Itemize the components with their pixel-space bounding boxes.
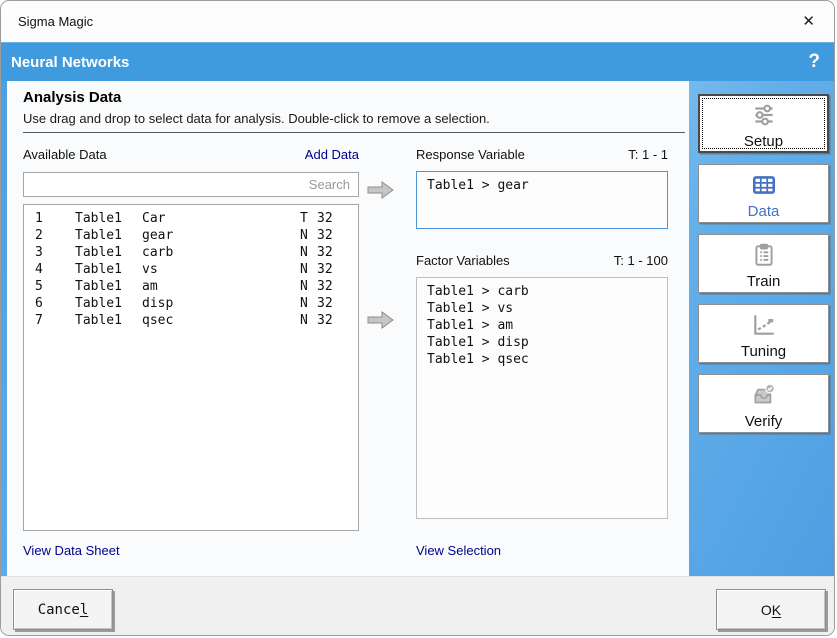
cell-table: Table1 <box>75 296 122 311</box>
cell-table: Table1 <box>75 228 122 243</box>
cell-idx: 5 <box>35 279 43 294</box>
factor-variables-label: Factor Variables <box>416 253 510 268</box>
cell-table: Table1 <box>75 262 122 277</box>
table-row[interactable]: 4 Table1 vs N 32 <box>24 261 358 278</box>
cell-type: N <box>300 296 308 311</box>
response-variable-box[interactable]: Table1 > gear <box>416 171 668 229</box>
table-row[interactable]: 3 Table1 carb N 32 <box>24 244 358 261</box>
cell-idx: 2 <box>35 228 43 243</box>
sidebar-item-label: Verify <box>744 413 783 430</box>
clipboard-icon <box>699 242 828 272</box>
response-variable-label: Response Variable <box>416 147 525 162</box>
sidebar-item-train[interactable]: Train <box>698 234 829 293</box>
list-item[interactable]: Table1 > carb <box>427 283 667 300</box>
available-data-label: Available Data <box>23 147 107 162</box>
list-item[interactable]: Table1 > gear <box>427 177 667 194</box>
tuning-chart-icon <box>699 312 828 342</box>
cell-name: Car <box>142 211 166 226</box>
response-variable-header: Response Variable T: 1 - 1 <box>416 147 668 162</box>
sliders-icon <box>700 102 827 132</box>
cell-type: N <box>300 262 308 277</box>
list-item[interactable]: Table1 > am <box>427 317 667 334</box>
close-icon[interactable]: ✕ <box>802 14 815 29</box>
cell-name: am <box>142 279 158 294</box>
sidebar-item-label: Setup <box>743 132 784 150</box>
divider <box>23 132 685 133</box>
window-title: Sigma Magic <box>18 14 94 29</box>
table-row[interactable]: 6 Table1 disp N 32 <box>24 295 358 312</box>
cell-table: Table1 <box>75 245 122 260</box>
table-icon <box>699 172 828 202</box>
cell-name: vs <box>142 262 158 277</box>
cell-size: 32 <box>317 228 333 243</box>
sidebar-item-label: Data <box>747 203 780 220</box>
cell-idx: 1 <box>35 211 43 226</box>
sidebar-item-label: Tuning <box>740 343 787 360</box>
sidebar-item-verify[interactable]: Verify <box>698 374 829 433</box>
titlebar: Sigma Magic ✕ <box>1 1 834 42</box>
cell-size: 32 <box>317 245 333 260</box>
cell-table: Table1 <box>75 211 122 226</box>
list-item[interactable]: Table1 > qsec <box>427 351 667 368</box>
dialog-window: Sigma Magic ✕ Neural Networks ? Analysis… <box>0 0 835 636</box>
factor-variables-header: Factor Variables T: 1 - 100 <box>416 253 668 268</box>
cell-idx: 6 <box>35 296 43 311</box>
dialog-header: Neural Networks ? <box>1 42 834 81</box>
response-range-badge: T: 1 - 1 <box>628 147 668 162</box>
assign-response-arrow-icon <box>367 181 394 199</box>
cell-name: disp <box>142 296 174 311</box>
table-row[interactable]: 1 Table1 Car T 32 <box>24 210 358 227</box>
cell-size: 32 <box>317 313 333 328</box>
nav-sidebar: Setup Data Train Tuning Verify <box>689 81 834 576</box>
cell-name: qsec <box>142 313 174 328</box>
dialog-title: Neural Networks <box>11 53 130 71</box>
available-data-list[interactable]: 1 Table1 Car T 32 2 Table1 gear N 32 3 Table1 carb N 3… <box>23 204 359 531</box>
cell-type: T <box>300 211 308 226</box>
table-row[interactable]: 2 Table1 gear N 32 <box>24 227 358 244</box>
sidebar-item-label: Train <box>746 273 781 290</box>
cell-table: Table1 <box>75 313 122 328</box>
cell-size: 32 <box>317 262 333 277</box>
search-input[interactable] <box>23 172 359 197</box>
cell-type: N <box>300 279 308 294</box>
section-title: Analysis Data <box>23 89 122 106</box>
view-selection-link[interactable]: View Selection <box>416 543 501 558</box>
cell-idx: 7 <box>35 313 43 328</box>
cell-name: carb <box>142 245 174 260</box>
cell-name: gear <box>142 228 174 243</box>
ok-button[interactable]: OK <box>716 589 826 630</box>
cell-idx: 4 <box>35 262 43 277</box>
cell-size: 32 <box>317 211 333 226</box>
table-row[interactable]: 5 Table1 am N 32 <box>24 278 358 295</box>
sidebar-item-data[interactable]: Data <box>698 164 829 223</box>
assign-factors-arrow-icon <box>367 311 394 329</box>
dialog-body: Analysis Data Use drag and drop to selec… <box>1 81 834 576</box>
cell-idx: 3 <box>35 245 43 260</box>
cell-size: 32 <box>317 279 333 294</box>
add-data-link[interactable]: Add Data <box>305 147 359 162</box>
sidebar-item-tuning[interactable]: Tuning <box>698 304 829 363</box>
factor-variables-box[interactable]: Table1 > carb Table1 > vs Table1 > am Table… <box>416 277 668 519</box>
list-item[interactable]: Table1 > vs <box>427 300 667 317</box>
cell-size: 32 <box>317 296 333 311</box>
view-data-sheet-link[interactable]: View Data Sheet <box>23 543 120 558</box>
list-item[interactable]: Table1 > disp <box>427 334 667 351</box>
cell-type: N <box>300 313 308 328</box>
cell-type: N <box>300 245 308 260</box>
section-subtitle: Use drag and drop to select data for ana… <box>23 111 490 126</box>
available-data-header: Available Data Add Data <box>23 147 359 162</box>
table-row[interactable]: 7 Table1 qsec N 32 <box>24 312 358 329</box>
cell-type: N <box>300 228 308 243</box>
analysis-data-panel: Analysis Data Use drag and drop to selec… <box>7 81 689 576</box>
help-icon[interactable]: ? <box>808 51 820 73</box>
footer-bar: Cancel OK <box>1 576 834 635</box>
sidebar-item-setup[interactable]: Setup <box>698 94 829 153</box>
cell-table: Table1 <box>75 279 122 294</box>
verify-tray-icon <box>699 382 828 412</box>
factor-range-badge: T: 1 - 100 <box>613 253 668 268</box>
cancel-button[interactable]: Cancel <box>13 589 113 630</box>
